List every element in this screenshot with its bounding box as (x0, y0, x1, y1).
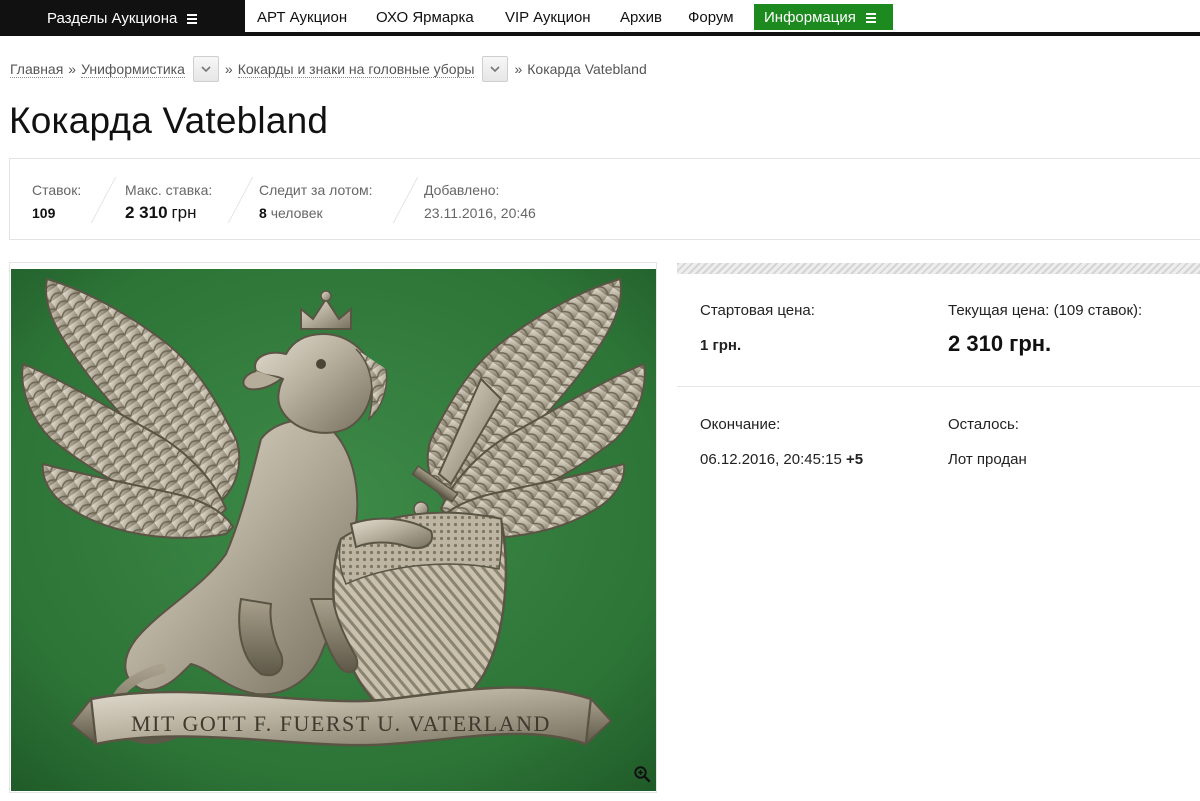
breadcrumb-separator: » (514, 61, 523, 77)
breadcrumb-separator: » (68, 61, 77, 77)
nav-link-forum[interactable]: Форум (688, 0, 734, 36)
auction-sections-button[interactable]: Разделы Аукциона (0, 0, 245, 36)
time-remaining-value: Лот продан (948, 451, 1027, 468)
stat-max-bid: Макс. ставка: 2 310 грн (125, 181, 212, 222)
zoom-in-icon[interactable] (633, 765, 651, 783)
top-navigation: Разделы Аукциона АРТ Аукцион ОХО Ярмарка… (0, 0, 1200, 36)
stat-divider (227, 177, 254, 223)
information-label: Информация (764, 8, 856, 26)
breadcrumb-uniforms-dropdown[interactable] (192, 56, 219, 82)
lot-photo-frame: MIT GOTT F. FUERST U. VATERLAND (9, 262, 657, 793)
breadcrumb-uniforms-link[interactable]: Униформистика (81, 61, 185, 78)
start-price-value: 1 грн. (700, 337, 742, 354)
stat-max-bid-value: 2 310 (125, 203, 168, 222)
stat-bids-label: Ставок: (32, 182, 82, 198)
stat-watchers-unit: человек (270, 205, 323, 221)
chevron-down-icon (201, 66, 211, 72)
nav-link-oxo-fair[interactable]: ОХО Ярмарка (376, 0, 474, 36)
ribbon-motto: MIT GOTT F. FUERST U. VATERLAND (131, 711, 551, 736)
stat-watchers-label: Следит за лотом: (259, 182, 373, 198)
breadcrumb-current: Кокарда Vatebland (527, 61, 647, 77)
breadcrumb-cockades-dropdown[interactable] (482, 56, 509, 82)
auction-end-label: Окончание: (700, 416, 781, 433)
stat-added-label: Добавлено: (424, 182, 500, 198)
auction-end-timezone: +5 (845, 451, 864, 468)
auction-sections-label: Разделы Аукциона (47, 9, 178, 27)
price-panel-stripe (677, 263, 1200, 274)
stat-divider (392, 177, 419, 223)
time-remaining-label: Осталось: (948, 416, 1019, 433)
start-price-label: Стартовая цена: (700, 302, 815, 319)
lot-photo[interactable]: MIT GOTT F. FUERST U. VATERLAND (11, 269, 656, 791)
current-price-value: 2 310 грн. (948, 331, 1052, 356)
stat-max-bid-label: Макс. ставка: (125, 182, 213, 198)
price-panel-divider (677, 386, 1200, 387)
stat-bids-value: 109 (32, 205, 56, 221)
stat-added-value: 23.11.2016, 20:46 (424, 205, 536, 221)
breadcrumb: Главная » Униформистика » Кокарды и знак… (10, 56, 647, 82)
page-title: Кокарда Vatebland (9, 100, 329, 141)
stat-watchers-value: 8 (259, 205, 267, 221)
information-menu-button[interactable]: Информация (754, 4, 893, 30)
nav-link-archive[interactable]: Архив (620, 0, 662, 36)
auction-end: Окончание: 06.12.2016, 20:45:15 +5 (700, 416, 863, 468)
nav-link-vip-auction[interactable]: VIP Аукцион (505, 0, 591, 36)
stat-watchers: Следит за лотом: 8 человек (259, 181, 373, 222)
stat-divider (90, 177, 117, 223)
hamburger-icon (865, 12, 876, 23)
current-price-label: Текущая цена: (109 ставок): (948, 302, 1143, 319)
time-remaining: Осталось: Лот продан (948, 416, 1027, 468)
hamburger-icon (187, 13, 198, 24)
lot-stats-panel: Ставок: 109 Макс. ставка: 2 310 грн След… (9, 158, 1200, 240)
breadcrumb-separator: » (224, 61, 233, 77)
stat-max-bid-unit: грн (171, 203, 197, 222)
current-price: Текущая цена: (109 ставок): 2 310 грн. (948, 302, 1142, 357)
breadcrumb-home-link[interactable]: Главная (10, 61, 64, 78)
stat-added: Добавлено: 23.11.2016, 20:46 (424, 181, 536, 222)
auction-end-value: 06.12.2016, 20:45:15 (700, 451, 842, 468)
nav-link-art-auction[interactable]: АРТ Аукцион (257, 0, 347, 36)
start-price: Стартовая цена: 1 грн. (700, 302, 815, 354)
chevron-down-icon (490, 66, 501, 72)
stat-bids: Ставок: 109 (32, 181, 81, 222)
breadcrumb-cockades-link[interactable]: Кокарды и знаки на головные уборы (237, 61, 475, 78)
